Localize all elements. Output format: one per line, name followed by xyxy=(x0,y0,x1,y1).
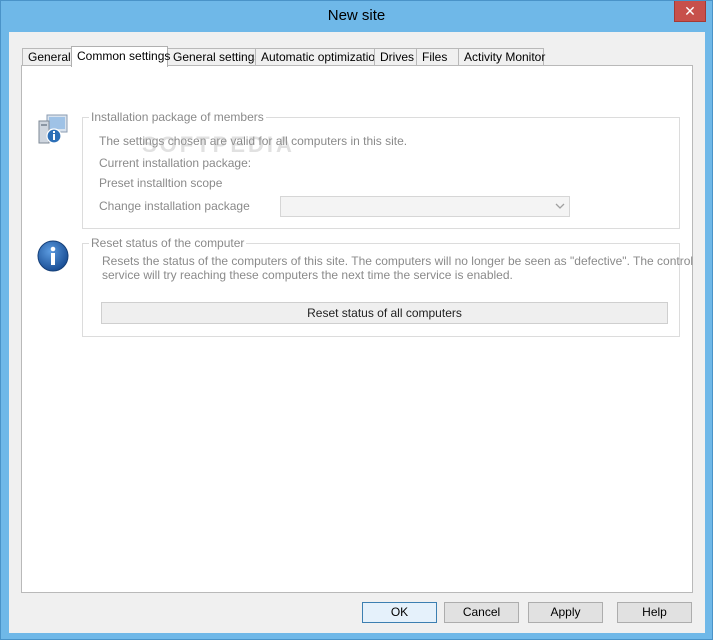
reset-status-description-line1: Resets the status of the computers of th… xyxy=(102,254,694,268)
reset-status-description-line2: service will try reaching these computer… xyxy=(102,268,513,282)
help-button[interactable]: Help xyxy=(617,602,692,623)
tab-panel-common-settings: Installation package of members The sett… xyxy=(21,65,693,593)
window-title: New site xyxy=(327,7,386,24)
title-bar[interactable]: New site ✕ xyxy=(1,1,712,31)
tab-general[interactable]: General xyxy=(22,48,72,66)
tab-general-settings[interactable]: General settings xyxy=(167,48,260,66)
ok-button[interactable]: OK xyxy=(362,602,437,623)
chevron-down-icon xyxy=(555,201,565,211)
cancel-button[interactable]: Cancel xyxy=(444,602,519,623)
watermark: SOFTPEDIA xyxy=(142,132,295,157)
tab-drives[interactable]: Drives xyxy=(374,48,417,66)
close-button[interactable]: ✕ xyxy=(674,1,706,22)
installation-package-group-title: Installation package of members xyxy=(89,110,266,124)
reset-status-group: Reset status of the computer Resets the … xyxy=(82,236,693,337)
reset-status-all-computers-button[interactable]: Reset status of all computers xyxy=(101,302,668,324)
preset-installation-scope-label[interactable]: Preset installtion scope xyxy=(99,176,222,190)
apply-button[interactable]: Apply xyxy=(528,602,603,623)
dialog-window: New site ✕ General Common settings Gener… xyxy=(0,0,713,640)
change-installation-package-label: Change installation package xyxy=(99,199,250,213)
tab-common-settings[interactable]: Common settings xyxy=(71,46,170,67)
dialog-client-area: General Common settings General settings… xyxy=(9,32,705,633)
change-installation-package-select[interactable] xyxy=(280,196,570,217)
computer-info-icon xyxy=(37,112,71,146)
reset-status-group-title: Reset status of the computer xyxy=(89,236,247,250)
tab-automatic-optimization[interactable]: Automatic optimization xyxy=(255,48,382,66)
current-installation-package-label: Current installation package: xyxy=(99,156,252,170)
tab-files[interactable]: Files xyxy=(416,48,459,66)
tab-activity-monitor[interactable]: Activity Monitor xyxy=(458,48,545,66)
info-icon xyxy=(36,239,70,273)
